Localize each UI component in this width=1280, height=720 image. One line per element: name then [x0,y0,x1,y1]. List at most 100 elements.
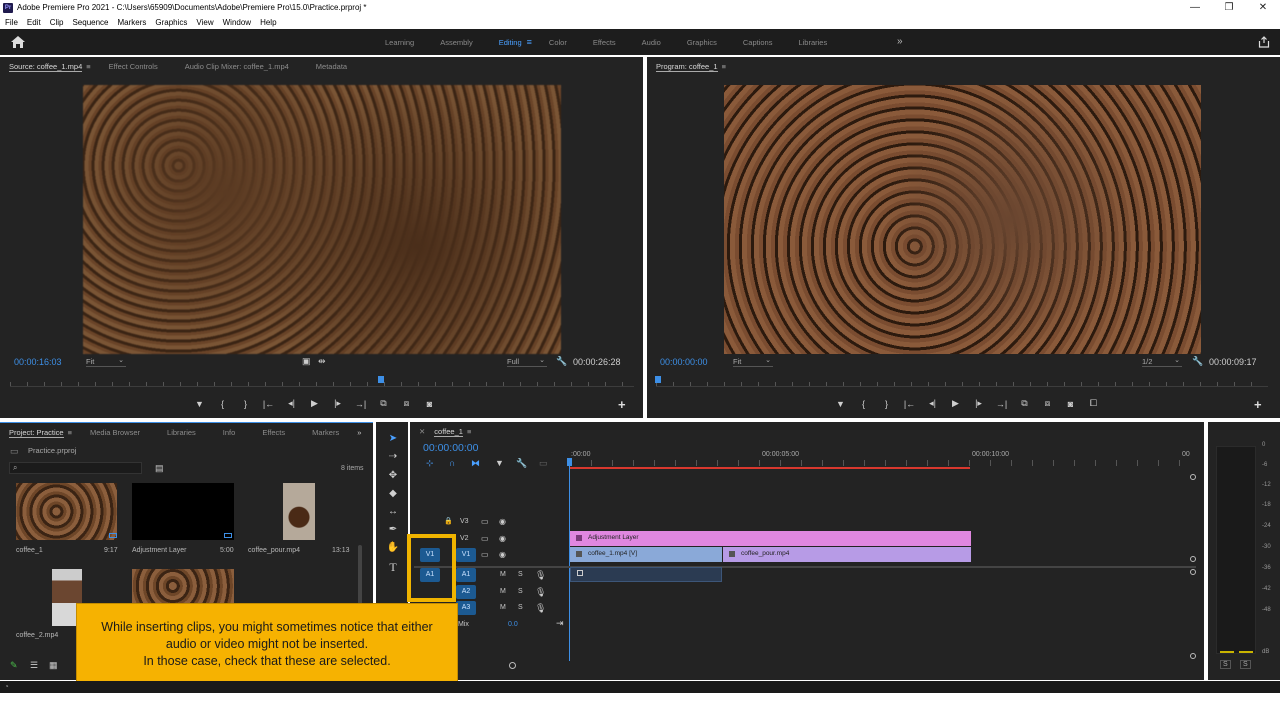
share-icon[interactable] [1258,36,1270,48]
ripple-edit-tool-icon[interactable]: ✥ [386,470,400,481]
go-to-out-button[interactable]: →| [990,399,1013,409]
add-marker-button[interactable]: ▼ [829,399,852,409]
razor-tool-icon[interactable]: ◆ [386,488,400,499]
settings-wrench-icon[interactable]: 🔧 [1192,356,1203,367]
program-fit-select[interactable]: Fit ⌄ [733,357,773,367]
play-button[interactable]: ▶ [303,398,326,409]
clip-audio-a1[interactable] [570,567,722,582]
track-select-tool-icon[interactable]: ⇢ [386,451,400,462]
go-to-out-button[interactable]: →| [349,399,372,409]
mix-value[interactable]: 0.0 [508,621,518,628]
program-video-frame[interactable] [724,85,1201,354]
program-time-ruler[interactable] [656,375,1268,387]
step-back-button[interactable]: ◂| [280,398,303,409]
track-target-a2[interactable]: A2 [456,585,476,599]
source-playhead[interactable] [378,376,384,383]
clip-coffee-1-video[interactable]: coffee_1.mp4 [V] [570,547,722,562]
mark-out-button[interactable]: } [875,399,898,409]
workspace-more-button[interactable]: » [897,36,903,47]
timeline-close-icon[interactable]: ✕ [410,427,425,436]
menu-help[interactable]: Help [255,18,280,27]
menu-clip[interactable]: Clip [45,18,68,27]
timeline-scroll-handle[interactable] [1190,556,1196,562]
type-tool-icon[interactable]: T [386,560,400,575]
source-video-frame[interactable] [83,85,561,354]
program-quality-select[interactable]: 1/2 ⌄ [1142,357,1182,367]
sync-lock-icon[interactable]: ▭ [481,550,489,559]
pen-tool-icon[interactable]: ✒ [386,524,400,535]
track-label-v3[interactable]: V3 [460,518,469,525]
linked-selection-icon[interactable]: ⧓ [471,458,480,469]
mark-in-button[interactable]: { [852,399,875,409]
step-forward-button[interactable]: |▸ [967,398,990,409]
program-add-button-icon[interactable]: + [1254,397,1262,412]
step-back-button[interactable]: ◂| [921,398,944,409]
selection-tool-icon[interactable]: ➤ [386,433,400,444]
meter-solo-right[interactable]: S [1240,660,1251,669]
icon-view-icon[interactable]: ▦ [49,660,58,671]
source-time-ruler[interactable] [10,375,634,387]
eye-icon[interactable]: ◉ [499,550,506,559]
microphone-icon[interactable]: 🎙 [535,587,546,598]
insert-icon[interactable]: ▣ [302,356,311,367]
menu-file[interactable]: File [0,18,22,27]
workspace-tab-learning[interactable]: Learning [372,38,427,47]
solo-button[interactable]: S [518,571,523,578]
mute-button[interactable]: M [500,571,506,578]
insert-button[interactable]: ⧉ [372,398,395,409]
tab-effect-controls[interactable]: Effect Controls [100,62,167,71]
project-search-input[interactable]: ⌕ [9,462,142,474]
list-view-icon[interactable]: ☰ [30,660,38,671]
source-timecode[interactable]: 00:00:16:03 [14,357,62,367]
mute-button[interactable]: M [500,604,506,611]
project-scrollbar[interactable] [358,545,362,605]
extract-button[interactable]: ⧈ [1036,398,1059,409]
comparison-view-button[interactable]: ⧠ [1082,398,1105,409]
panel-menu-icon[interactable]: ≡ [68,428,72,437]
timeline-scroll-handle[interactable] [1190,653,1196,659]
microphone-icon[interactable]: 🎙 [535,570,546,581]
panel-overflow-button[interactable]: » [348,428,370,437]
workspace-tab-assembly[interactable]: Assembly [427,38,486,47]
microphone-icon[interactable]: 🎙 [535,603,546,614]
solo-button[interactable]: S [518,604,523,611]
captions-icon[interactable]: ▭ [539,458,548,469]
menu-sequence[interactable]: Sequence [67,18,112,27]
timeline-timecode[interactable]: 00:00:00:00 [423,442,478,454]
tab-source[interactable]: Source: coffee_1.mp4 ≡ [0,61,100,72]
export-frame-button[interactable]: ◙ [418,399,441,409]
drag-video-icon[interactable]: ⇹ [318,356,326,367]
workspace-tab-captions[interactable]: Captions [730,38,786,47]
tab-libraries[interactable]: Libraries [149,428,205,437]
timeline-scroll-handle[interactable] [1190,474,1196,480]
panel-menu-icon[interactable]: ≡ [467,427,471,436]
pencil-icon[interactable]: ✎ [10,660,18,671]
tab-effects[interactable]: Effects [244,428,294,437]
workspace-tab-libraries[interactable]: Libraries [785,38,840,47]
source-quality-select[interactable]: Full ⌄ [507,357,547,367]
clip-coffee-pour-video[interactable]: coffee_pour.mp4 [723,547,971,562]
meter-solo-left[interactable]: S [1220,660,1231,669]
work-area-bar[interactable] [570,467,970,469]
panel-menu-icon[interactable]: ≡ [86,62,90,71]
track-lock-icon[interactable]: 🔒 [444,517,453,525]
sync-lock-icon[interactable]: ▭ [481,517,489,526]
nest-icon[interactable]: ⊹ [426,458,434,469]
slip-tool-icon[interactable]: ↔ [386,506,400,517]
menu-markers[interactable]: Markers [113,18,151,27]
minimize-button[interactable]: — [1178,0,1212,15]
workspace-tab-audio[interactable]: Audio [629,38,674,47]
track-label-v2[interactable]: V2 [460,535,469,542]
track-target-v1[interactable]: V1 [456,548,476,562]
clip-adjustment-layer[interactable]: Adjustment Layer [570,531,971,546]
new-bin-icon[interactable]: ▤ [155,463,164,474]
home-icon[interactable] [10,35,26,49]
track-target-a1[interactable]: A1 [456,568,476,582]
mark-in-button[interactable]: { [211,399,234,409]
source-fit-select[interactable]: Fit ⌄ [86,357,126,367]
step-forward-button[interactable]: |▸ [326,398,349,409]
close-button[interactable]: ✕ [1246,0,1280,15]
overwrite-button[interactable]: ⧈ [395,398,418,409]
menu-edit[interactable]: Edit [22,18,45,27]
menu-view[interactable]: View [191,18,217,27]
